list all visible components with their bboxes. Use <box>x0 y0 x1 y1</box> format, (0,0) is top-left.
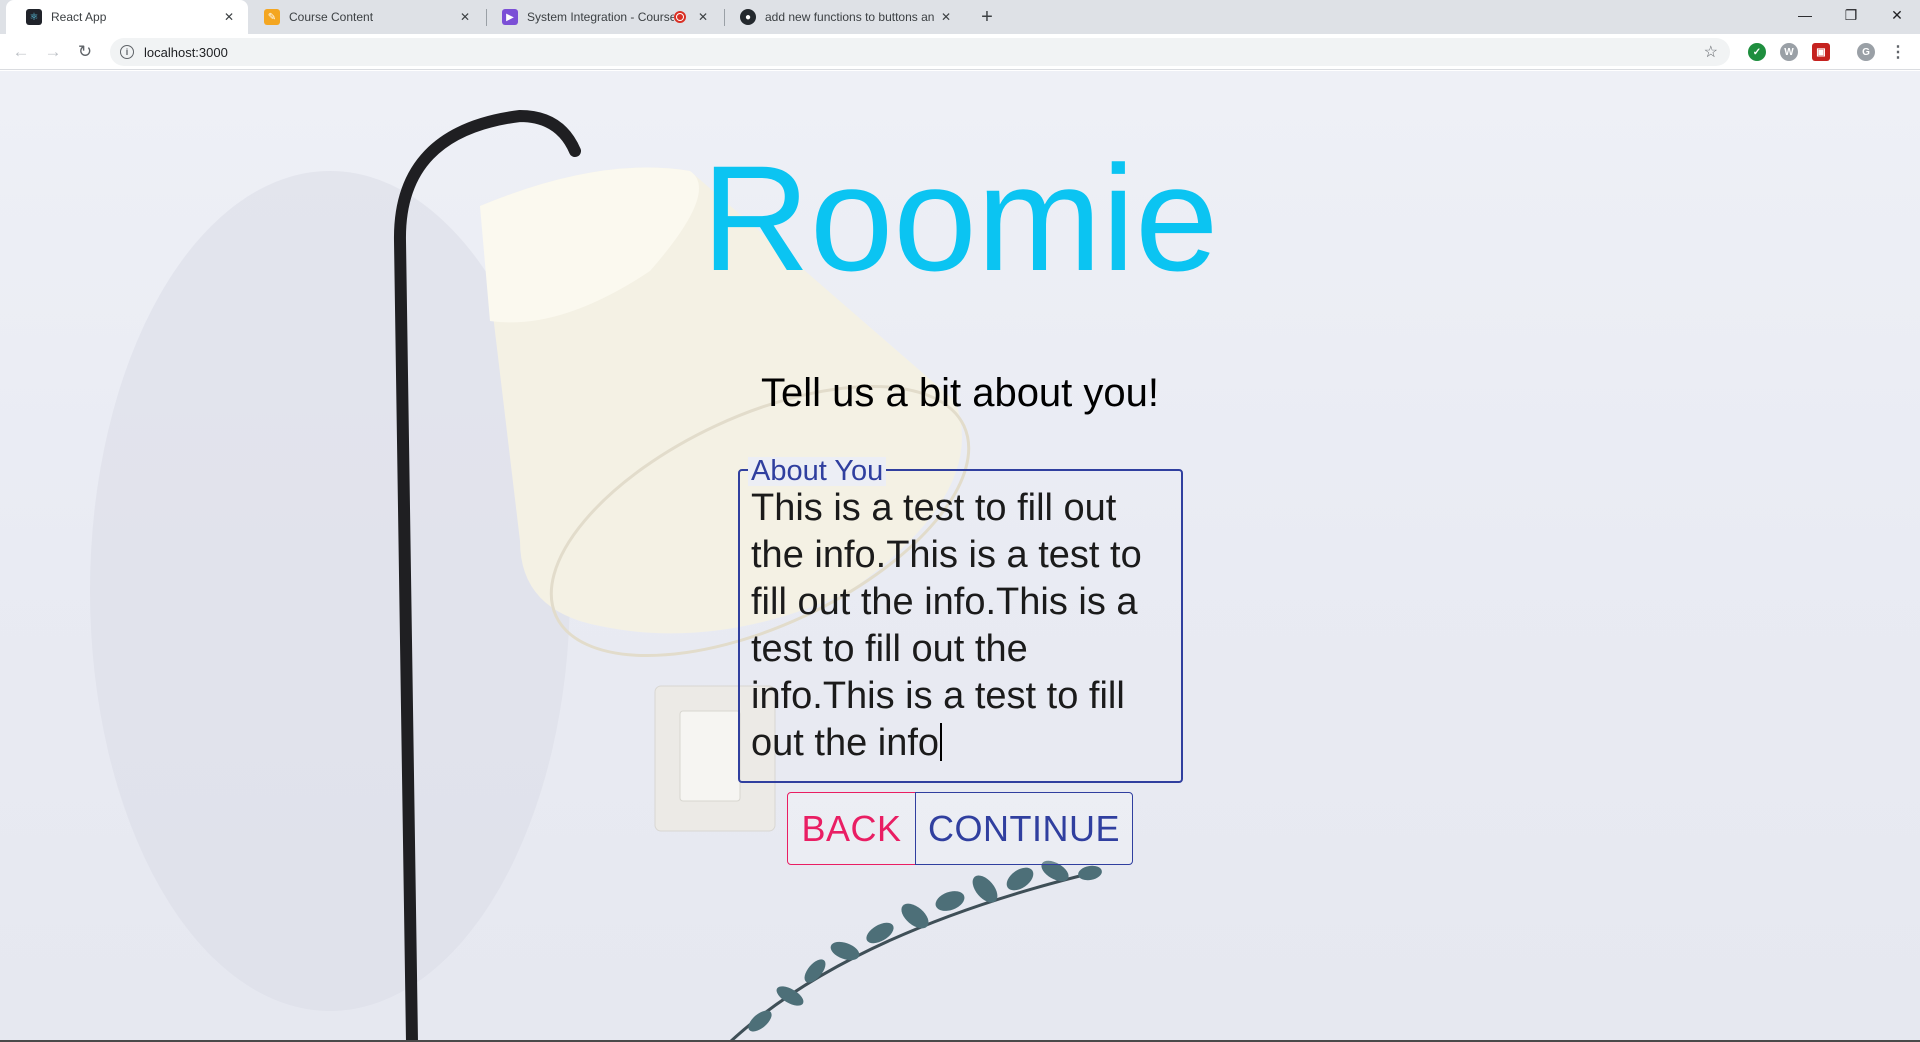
react-icon: ⚛ <box>26 9 42 25</box>
minimize-icon[interactable]: — <box>1782 0 1828 30</box>
github-icon: ● <box>740 9 756 25</box>
about-you-label: About You <box>748 457 887 486</box>
tab-close-icon[interactable]: ✕ <box>937 8 955 26</box>
tab-system-integration[interactable]: ▶ System Integration - Course ✕ <box>482 0 722 34</box>
about-you-textarea[interactable]: This is a test to fill out the info.This… <box>751 485 1176 767</box>
brand-title: Roomie <box>701 134 1219 302</box>
recording-icon <box>674 11 686 23</box>
tab-github[interactable]: ● add new functions to buttons an ✕ <box>720 0 965 34</box>
close-window-icon[interactable]: ✕ <box>1874 0 1920 30</box>
course-icon: ✎ <box>264 9 280 25</box>
check-extension-icon[interactable]: ✓ <box>1748 43 1766 61</box>
address-bar[interactable]: i localhost:3000 ☆ <box>110 38 1730 66</box>
page-viewport: Roomie Tell us a bit about you! About Yo… <box>0 71 1920 1042</box>
new-tab-icon[interactable]: + <box>975 5 999 29</box>
continue-button[interactable]: CONTINUE <box>915 792 1133 865</box>
back-button[interactable]: BACK <box>787 792 916 865</box>
browser-tabstrip: ⚛ React App ✕ ✎ Course Content ✕ ▶ Syste… <box>0 0 1920 34</box>
back-icon[interactable]: ← <box>9 40 33 64</box>
text-caret <box>940 723 943 761</box>
tab-title: Course Content <box>289 10 374 24</box>
info-icon[interactable]: i <box>120 45 134 59</box>
tab-course-content[interactable]: ✎ Course Content ✕ <box>244 0 484 34</box>
tab-title: add new functions to buttons an <box>765 10 935 24</box>
tab-title: React App <box>51 10 107 24</box>
chrome-menu-icon[interactable]: ⋮ <box>1890 42 1906 62</box>
reload-icon[interactable]: ↻ <box>73 40 97 64</box>
pdf-extension-icon[interactable]: ▣ <box>1812 43 1830 61</box>
about-you-text: This is a test to fill out the info.This… <box>751 487 1142 764</box>
page-subtitle: Tell us a bit about you! <box>760 371 1160 415</box>
w-extension-icon[interactable]: W <box>1780 43 1798 61</box>
about-you-field[interactable]: About You This is a test to fill out the… <box>738 457 1183 783</box>
address-url: localhost:3000 <box>144 44 228 60</box>
tab-react-app[interactable]: ⚛ React App ✕ <box>6 0 248 34</box>
bookmark-star-icon[interactable]: ☆ <box>1704 42 1718 62</box>
forward-icon[interactable]: → <box>41 40 65 64</box>
tab-title: System Integration - Course <box>527 10 674 24</box>
restore-icon[interactable]: ❐ <box>1828 0 1874 30</box>
tab-close-icon[interactable]: ✕ <box>694 8 712 26</box>
profile-avatar[interactable]: G <box>1857 43 1875 61</box>
tab-close-icon[interactable]: ✕ <box>456 8 474 26</box>
browser-toolbar: ← → ↻ i localhost:3000 ☆ ✓ W ▣ G ⋮ <box>0 34 1920 70</box>
play-icon: ▶ <box>502 9 518 25</box>
tab-close-icon[interactable]: ✕ <box>220 8 238 26</box>
